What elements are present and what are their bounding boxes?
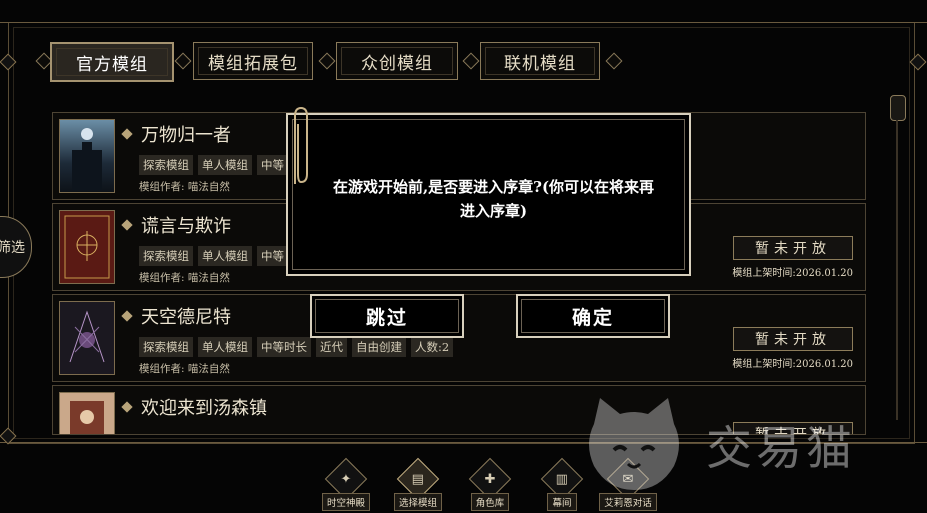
nav-label: 时空神殿 [321, 493, 370, 511]
tab-crowd-mods[interactable]: 众创模组 [336, 42, 458, 80]
status-text: 暂未开放 [755, 332, 831, 348]
mod-author: 模组作者: 喵法自然 [139, 272, 230, 284]
mod-title-text: 欢迎来到汤森镇 [141, 398, 267, 419]
skip-button[interactable]: 跳过 [310, 294, 464, 338]
mod-author: 模组作者: 喵法自然 [139, 181, 230, 193]
watermark-text: 交易猫 [706, 421, 856, 475]
mod-author: 模组作者: 喵法自然 [139, 363, 230, 375]
not-open-badge: 暂未开放 [733, 327, 853, 351]
mod-tag: 自由创建 [352, 337, 406, 357]
tab-label: 众创模组 [361, 53, 433, 74]
mod-title-text: 万物归一者 [141, 125, 231, 146]
nav-label: 艾莉恩对话 [599, 493, 657, 511]
release-date: 模组上架时间:2026.01.20 [732, 268, 853, 279]
mod-tag: 单人模组 [198, 155, 252, 175]
tab-label: 模组拓展包 [208, 53, 298, 74]
tab-online-mods[interactable]: 联机模组 [480, 42, 600, 80]
mod-tag: 探索模组 [139, 246, 193, 266]
nav-select-mod[interactable]: ▤ 选择模组 [387, 456, 449, 513]
scrollbar-handle[interactable] [890, 95, 906, 121]
mod-title: 欢迎来到汤森镇 [121, 394, 267, 420]
nav-character-library[interactable]: ✚ 角色库 [459, 456, 521, 513]
top-divider [0, 22, 927, 23]
mod-tag: 近代 [316, 337, 347, 357]
mod-cover-image [59, 301, 115, 375]
not-open-badge: 暂未开放 [733, 236, 853, 260]
tab-label: 官方模组 [76, 54, 148, 75]
mod-tags: 探索模组 单人模组 中等 [139, 246, 288, 266]
tab-label: 联机模组 [504, 53, 576, 74]
mod-tags: 探索模组 单人模组 中等 [139, 155, 288, 175]
nav-label: 角色库 [470, 493, 510, 511]
nav-label: 选择模组 [393, 493, 442, 511]
confirm-button[interactable]: 确定 [516, 294, 670, 338]
watermark-cat-icon [589, 398, 679, 490]
filter-label: 筛选 [0, 240, 25, 256]
mod-cover-image [59, 392, 115, 434]
mod-tag: 单人模组 [198, 337, 252, 357]
mod-tag: 人数:2 [411, 337, 454, 357]
nav-label: 幕间 [547, 493, 577, 511]
release-date: 模组上架时间:2026.01.20 [732, 359, 853, 370]
nav-temple[interactable]: ✦ 时空神殿 [315, 456, 377, 513]
mod-title-text: 谎言与欺诈 [141, 216, 231, 237]
dialog-message: 在游戏开始前,是否要进入序章?(你可以在将来再进入序章) [332, 178, 655, 220]
mod-title-text: 天空德尼特 [141, 307, 231, 328]
mod-tag: 单人模组 [198, 246, 252, 266]
mod-cover-image [59, 210, 115, 284]
mod-tags: 探索模组 单人模组 中等时长 近代 自由创建 人数:2 [139, 337, 454, 357]
status-text: 暂未开放 [755, 241, 831, 257]
mod-tag: 中等时长 [257, 337, 311, 357]
tab-official-mods[interactable]: 官方模组 [50, 42, 174, 82]
mod-tag: 中等 [257, 155, 288, 175]
tab-mod-expansion[interactable]: 模组拓展包 [193, 42, 313, 80]
mod-tag: 探索模组 [139, 155, 193, 175]
mod-tag: 中等 [257, 246, 288, 266]
mod-title: 谎言与欺诈 [121, 212, 231, 238]
paperclip-icon [294, 106, 308, 184]
mod-tag: 探索模组 [139, 337, 193, 357]
mod-title: 万物归一者 [121, 121, 231, 147]
prologue-dialog: 在游戏开始前,是否要进入序章?(你可以在将来再进入序章) [286, 113, 691, 276]
mod-title: 天空德尼特 [121, 303, 231, 329]
mod-cover-image [59, 119, 115, 193]
scrollbar-track[interactable] [896, 120, 898, 420]
